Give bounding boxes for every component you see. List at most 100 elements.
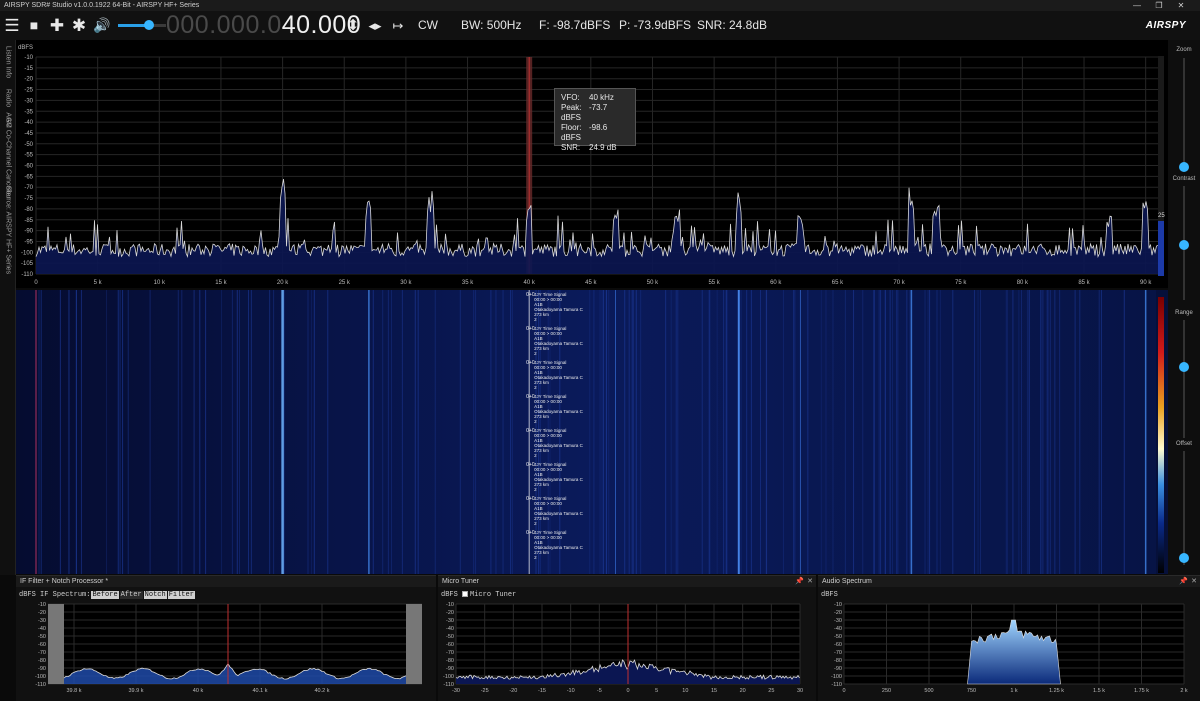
- tooltip-vfo-label: VFO:: [561, 93, 580, 102]
- x-tick-label: 25: [768, 688, 774, 694]
- y-tick-label: -110: [35, 682, 46, 688]
- audio-spectrum-plot[interactable]: -10 -20 -30 -40 -50 -60 -70 -80 -90 -100 -1100 250 5…: [818, 576, 1200, 701]
- x-tick-label: 10 k: [154, 280, 166, 286]
- offset-label: Offset: [1176, 441, 1192, 447]
- contrast-label: Contrast: [1172, 176, 1196, 182]
- tooltip-vfo-value: 40 kHz: [589, 93, 614, 102]
- x-tick-label: 0: [34, 280, 38, 286]
- y-tick-label: -100: [21, 250, 34, 256]
- range-slider-track[interactable]: [1183, 320, 1185, 438]
- if-spectrum-toolbar: dBFS IF Spectrum: Before After Notch Filter: [19, 591, 195, 599]
- y-tick-label: -20: [38, 610, 46, 616]
- x-tick-label: 45 k: [585, 280, 597, 286]
- y-tick-label: -90: [834, 666, 842, 672]
- tooltip-floor-label: Floor:: [561, 123, 582, 132]
- y-tick-label: -50: [834, 634, 842, 640]
- restore-button[interactable]: ❐: [1148, 0, 1170, 11]
- y-tick-label: -80: [446, 658, 454, 664]
- after-toggle[interactable]: After: [119, 591, 143, 599]
- minimize-button[interactable]: —: [1126, 0, 1148, 11]
- volume-slider-handle[interactable]: [144, 20, 154, 30]
- y-tick-label: -10: [446, 602, 454, 608]
- y-tick-label: -70: [24, 185, 33, 191]
- mode-selector[interactable]: CW: [418, 11, 438, 40]
- y-tick-label: -20: [24, 77, 33, 83]
- left-side-tabs: Listen Info Radio AGC AM Co-Channel Canc…: [0, 40, 16, 575]
- main-toolbar: ☰ ■ ✚ ✱ 🔊 000.000.040.000 ⬍ ◂▸ ↦ CW BW: …: [0, 11, 1200, 40]
- tab-source[interactable]: Source: AIRSPY HF+ Series: [5, 186, 12, 274]
- micro-tuner-checkbox[interactable]: [462, 591, 469, 598]
- settings-gear-icon[interactable]: ✱: [70, 11, 88, 40]
- filter-stopband-right: [406, 604, 422, 684]
- y-tick-label: -55: [24, 153, 33, 159]
- x-tick-label: 50 k: [647, 280, 659, 286]
- y-tick-label: -60: [24, 164, 33, 170]
- bandwidth-readout[interactable]: BW: 500Hz: [461, 11, 521, 40]
- range-slider-handle[interactable]: [1179, 362, 1189, 372]
- x-tick-label: 1.5 k: [1093, 688, 1105, 694]
- x-tick-label: 55 k: [708, 280, 720, 286]
- spectrum-analyzer[interactable]: dBFS -10 -15 -20 -25 -30 -35 -40 -45 -50 -55 -60 -65…: [16, 40, 1168, 288]
- x-tick-label: 39.8 k: [67, 688, 82, 694]
- waterfall-display[interactable]: 0+0 JJY Time Signal 00:00 > 00:00 A1B Otakad…: [16, 290, 1168, 574]
- waterfall-background: [16, 290, 1156, 574]
- micro-tuner-checkbox-label[interactable]: Micro Tuner: [470, 591, 516, 599]
- filter-toggle[interactable]: Filter: [167, 591, 195, 599]
- y-tick-label: -25: [24, 88, 33, 94]
- micro-tuner-panel: Micro Tuner 📌 ✕ -10 -20 -30 -40 -50 -60 -70 -80…: [438, 575, 816, 701]
- before-toggle[interactable]: Before: [91, 591, 119, 599]
- waterfall-color-scale: [1158, 297, 1164, 573]
- x-tick-label: -10: [567, 688, 575, 694]
- signal-level-value: 25: [1158, 213, 1165, 219]
- signal-level-bar: [1158, 56, 1164, 276]
- zoom-slider-track[interactable]: [1183, 58, 1185, 166]
- y-tick-label: -20: [834, 610, 842, 616]
- frequency-display[interactable]: 000.000.040.000: [166, 11, 361, 40]
- tab-radio[interactable]: Radio: [5, 89, 12, 107]
- stop-icon[interactable]: ■: [26, 11, 42, 40]
- audio-spectrum-toolbar: dBFS: [821, 591, 838, 599]
- waterfall-plot[interactable]: 0+0 JJY Time Signal00:00 > 00:00A1BOtakad…: [16, 290, 1156, 574]
- zoom-slider-handle[interactable]: [1179, 162, 1189, 172]
- y-tick-label: -35: [24, 109, 33, 115]
- x-tick-label: 40 k: [193, 688, 204, 694]
- span-icon[interactable]: ↦: [390, 11, 406, 40]
- notch-toggle[interactable]: Notch: [143, 591, 167, 599]
- micro-tuner-toolbar: dBFS Micro Tuner: [441, 591, 516, 599]
- y-tick-label: -80: [24, 207, 33, 213]
- add-icon[interactable]: ✚: [48, 11, 66, 40]
- y-tick-label: -95: [24, 239, 33, 245]
- tune-left-right-arrows-icon[interactable]: ◂▸: [364, 11, 386, 40]
- tooltip-snr-label: SNR:: [561, 143, 581, 152]
- x-tick-label: 80 k: [1017, 280, 1029, 286]
- x-tick-label: 5: [655, 688, 658, 694]
- y-tick-label: -45: [24, 131, 33, 137]
- volume-slider[interactable]: [118, 24, 166, 27]
- y-tick-label: -40: [446, 626, 454, 632]
- filter-stopband-left: [48, 604, 64, 684]
- frequency-leading-digits[interactable]: 000.000.0: [166, 11, 282, 39]
- x-tick-label: 30: [797, 688, 803, 694]
- x-tick-label: 2 k: [1180, 688, 1188, 694]
- offset-slider-track[interactable]: [1183, 451, 1185, 565]
- y-tick-label: -80: [834, 658, 842, 664]
- y-tick-label: -30: [446, 618, 454, 624]
- snr-readout: SNR: 24.8dB: [697, 18, 768, 32]
- tab-listen-info[interactable]: Listen Info: [5, 46, 12, 78]
- hamburger-menu-icon[interactable]: ☰: [4, 11, 20, 40]
- close-button[interactable]: ✕: [1170, 0, 1192, 11]
- title-bar: AIRSPY SDR# Studio v1.0.0.1922 64-Bit - …: [0, 0, 1200, 11]
- spectrum-plot[interactable]: dBFS -10 -15 -20 -25 -30 -35 -40 -45 -50 -55 -60 -65…: [16, 40, 1168, 288]
- speaker-icon[interactable]: 🔊: [92, 11, 112, 40]
- x-tick-label: 90 k: [1140, 280, 1152, 286]
- contrast-slider-handle[interactable]: [1179, 240, 1189, 250]
- y-tick-label: -100: [35, 674, 46, 680]
- y-tick-label: -15: [24, 66, 33, 72]
- x-tick-label: 500: [924, 688, 933, 694]
- y-tick-label: -100: [443, 674, 454, 680]
- y-tick-label: -100: [831, 674, 842, 680]
- x-tick-label: 250: [882, 688, 891, 694]
- offset-slider-handle[interactable]: [1179, 553, 1189, 563]
- x-tick-label: 30 k: [400, 280, 412, 286]
- frequency-step-arrows-icon[interactable]: ⬍: [345, 11, 361, 40]
